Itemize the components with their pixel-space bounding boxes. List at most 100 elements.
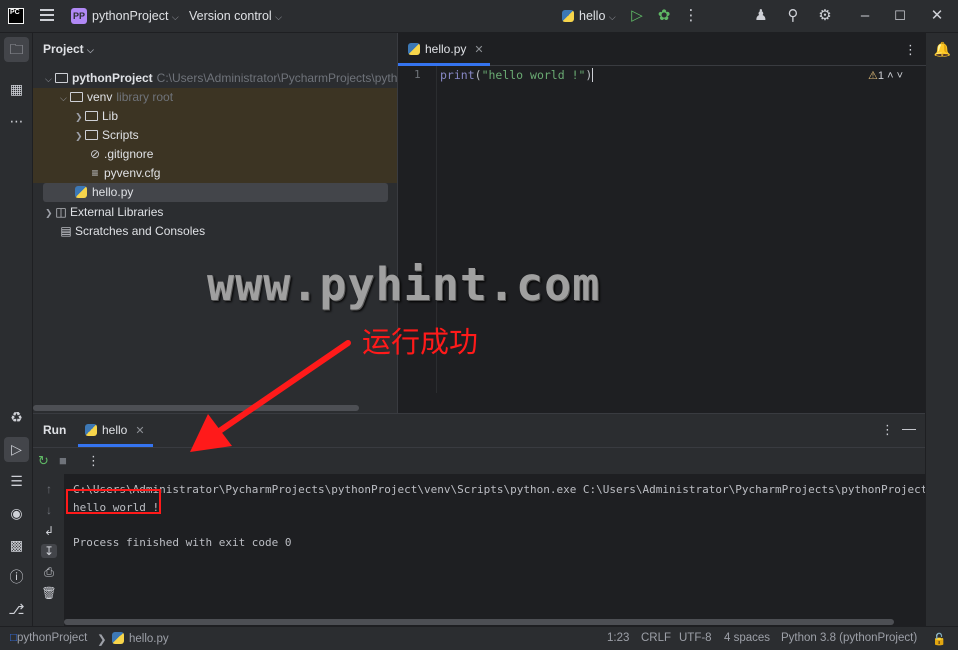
arrow-up-icon[interactable]: ↑ [41,482,57,496]
tree-label-root: pythonProject [72,71,153,85]
inspection-widget[interactable]: ⚠1 ˄ ˅ [868,69,903,82]
file-encoding[interactable]: UTF-8 [679,632,712,644]
code-open-paren: ( [474,68,482,82]
code-line[interactable]: print("hello world !") [440,68,594,82]
active-tab-indicator [398,63,490,66]
tree-item-project-root[interactable]: ⌵ pythonProject C:\Users\Administrator\Pyc… [33,69,397,88]
tree-item-venv[interactable]: ⌵ venv library root [33,88,397,107]
lock-icon[interactable]: 🔓 [932,632,946,646]
terminal-icon[interactable]: ▩ [4,533,29,558]
git-icon[interactable]: ⎇ [4,597,29,622]
chevron-right-icon[interactable]: ❯ [75,127,85,146]
run-icon[interactable]: ▷ [628,7,646,25]
problems-icon[interactable]: ⓘ [4,565,29,590]
rerun-icon[interactable]: ↻ [38,453,49,469]
project-panel: Project ⌵ ⌵ pythonProject C:\Users\Adminis… [33,33,397,413]
tree-item-gitignore[interactable]: ⊘ .gitignore [33,145,397,164]
watermark: www.pyhint.com [207,258,601,311]
warning-count: 1 [877,70,884,82]
chevron-down-icon[interactable]: ˅ [897,70,903,82]
add-user-icon[interactable]: ♟ [752,7,770,25]
project-panel-header[interactable]: Project ⌵ [43,42,94,56]
run-panel-more-icon[interactable]: ⋮ [881,422,894,438]
code-function: print [440,68,475,82]
tab-hello-py[interactable]: hello.py ✕ [408,42,484,56]
run-tool-icon[interactable]: ▷ [4,437,29,462]
console-output[interactable]: C:\Users\Administrator\PycharmProjects\p… [64,474,925,627]
breadcrumb-file[interactable]: hello.py [112,632,169,645]
chevron-up-icon[interactable]: ˄ [887,70,893,82]
services-icon[interactable]: ◉ [4,501,29,526]
tab-hello-run[interactable]: hello ✕ [85,423,145,437]
module-icon: □ [10,632,17,644]
maximize-window-icon[interactable]: ☐ [891,7,909,25]
tree-item-hello-py[interactable]: hello.py [43,183,388,202]
run-toolbar-more-icon[interactable]: ⋮ [87,453,100,469]
trash-icon[interactable]: 🗑 [41,586,57,600]
python-file-icon [85,424,97,436]
tree-item-pyvenv[interactable]: ≡ pyvenv.cfg [33,164,397,183]
search-icon[interactable]: ⚲ [784,7,802,25]
project-badge[interactable]: PP [71,8,87,24]
more-actions-icon[interactable]: ⋮ [682,7,700,25]
close-window-icon[interactable]: ✕ [928,7,946,25]
notifications-bell-icon[interactable]: 🔔 [930,37,955,62]
main-menu-icon[interactable] [40,9,54,23]
tree-label-venv: venv [87,90,113,104]
left-tool-stripe: 🗀 ▦ ⋯ ♻ ▷ ☰ ◉ ▩ ⓘ ⎇ [0,33,33,626]
text-file-icon: ≡ [91,166,99,180]
run-panel: Run hello ✕ ⋮ — ↻ ■ ⋮ ↑ ↓ ↲ ↧ ⎙ 🗑 C:\User… [33,413,925,627]
line-number: 1 [414,68,421,81]
code-close-paren: ) [585,68,594,82]
breadcrumb-separator-icon: ❯ [97,634,107,646]
chevron-down-icon[interactable]: ⌵ [45,70,55,89]
right-tool-stripe: 🔔 [925,33,958,626]
chevron-down-icon[interactable]: ⌵ [60,89,70,108]
tree-label-gitignore: .gitignore [104,147,154,161]
tree-item-lib[interactable]: ❯ Lib [33,107,397,126]
tree-item-scripts[interactable]: ❯ Scripts [33,126,397,145]
more-tools-icon[interactable]: ⋯ [4,109,29,134]
arrow-down-icon[interactable]: ↓ [41,503,57,517]
settings-gear-icon[interactable]: ⚙ [816,7,834,25]
layers-icon[interactable]: ☰ [4,469,29,494]
soft-wrap-icon[interactable]: ↲ [41,524,57,538]
python-file-icon [75,186,87,198]
breadcrumb-project[interactable]: □pythonProject [10,632,87,644]
line-separator[interactable]: CRLF [641,632,671,644]
folder-icon [70,92,83,102]
version-control-menu[interactable]: Version control ⌵ [189,9,282,23]
python-file-icon [408,43,420,55]
hide-panel-icon[interactable]: — [902,420,916,436]
ignore-file-icon: ⊘ [89,147,101,161]
python-packages-icon[interactable]: ♻ [4,405,29,430]
indent-setting[interactable]: 4 spaces [724,632,770,644]
tree-label-hello: hello.py [92,185,134,199]
debug-icon[interactable]: ✿ [655,7,673,25]
console-horizontal-scrollbar[interactable] [64,619,894,625]
chevron-right-icon[interactable]: ❯ [45,204,55,223]
caret-position[interactable]: 1:23 [607,632,629,644]
structure-icon[interactable]: ▦ [4,77,29,102]
minimize-window-icon[interactable]: – [856,7,874,25]
console-command-line: C:\Users\Administrator\PycharmProjects\p… [73,483,925,496]
folder-icon [85,111,98,121]
tree-item-external-libraries[interactable]: ❯ ◫ External Libraries [33,203,397,222]
editor-more-icon[interactable]: ⋮ [904,42,917,58]
project-folder-icon[interactable]: 🗀 [4,37,29,62]
stop-icon[interactable]: ■ [59,453,67,468]
horizontal-scrollbar[interactable] [33,405,359,411]
breadcrumb-project-label: pythonProject [16,632,88,644]
tree-item-scratches[interactable]: ▤ Scratches and Consoles [33,222,397,241]
breadcrumb-file-label: hello.py [129,633,169,645]
tree-label-lib: Lib [102,109,119,123]
run-configuration-selector[interactable]: hello ⌵ [562,9,616,23]
scroll-to-end-icon[interactable]: ↧ [41,544,57,558]
close-tab-icon[interactable]: ✕ [135,425,144,437]
chevron-right-icon[interactable]: ❯ [75,108,85,127]
editor-tabs: hello.py ✕ ⋮ [398,33,926,66]
print-icon[interactable]: ⎙ [41,565,57,580]
project-switcher[interactable]: pythonProject ⌵ [92,9,179,23]
python-interpreter[interactable]: Python 3.8 (pythonProject) [781,632,917,644]
close-tab-icon[interactable]: ✕ [474,44,483,56]
